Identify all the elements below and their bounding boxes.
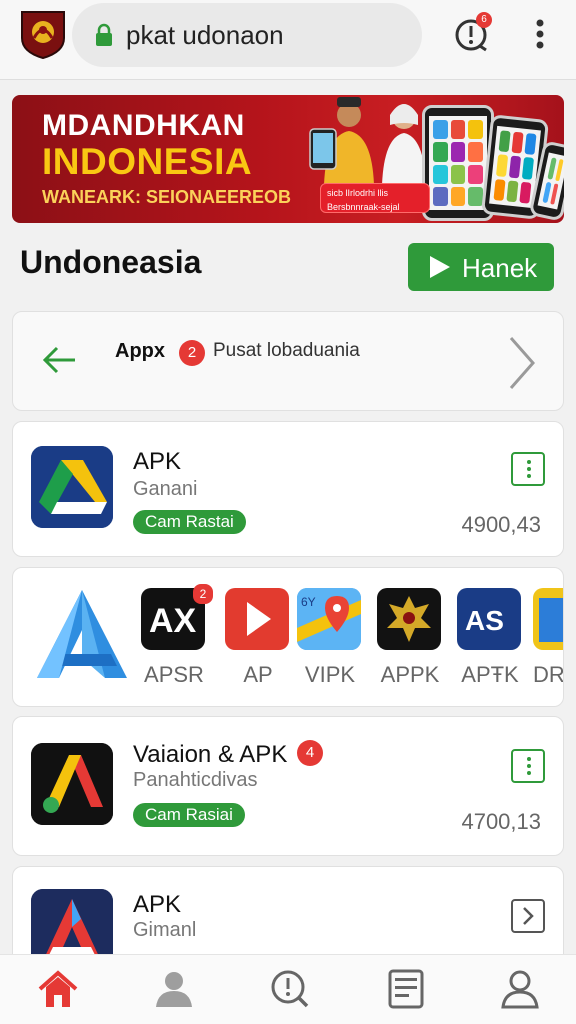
app-download-count: 4900,43 xyxy=(461,512,541,537)
carousel-item-label: APPK xyxy=(380,662,440,687)
carousel-item[interactable]: AP xyxy=(225,586,291,696)
more-menu-icon[interactable] xyxy=(528,16,552,52)
address-bar[interactable]: pkat udonaon xyxy=(72,3,422,67)
play-store-icon xyxy=(225,588,289,650)
carousel-item-label: APSR xyxy=(144,662,204,687)
drive-app-icon xyxy=(31,446,113,528)
app-card[interactable]: Vaiaion & APK 4 Panahticdivas Cam Rasiai… xyxy=(12,716,564,856)
carousel-item-label: DR xyxy=(533,662,564,687)
app-badge: 4 xyxy=(297,740,323,766)
promo-banner[interactable]: MDANDHKAN INDONESIA WANEARK: SEIONAEEREO… xyxy=(12,95,564,223)
url-text: pkat udonaon xyxy=(126,20,284,50)
svg-text:6Y: 6Y xyxy=(301,595,316,609)
notification-badge: 6 xyxy=(476,12,492,28)
carousel-item[interactable]: DR xyxy=(533,586,563,696)
carousel-item-badge: 2 xyxy=(193,584,213,604)
site-logo-icon[interactable] xyxy=(18,8,68,60)
app-menu-button[interactable] xyxy=(511,452,545,486)
banner-pill[interactable]: sicb lIrlodrhi llis Bersbnnraak-sejal xyxy=(320,183,430,213)
open-arrow-icon[interactable] xyxy=(511,899,545,933)
nav-label: Appx xyxy=(115,340,165,362)
app-subtitle: Ganani xyxy=(133,478,198,500)
notifications-button[interactable]: 6 xyxy=(452,12,492,54)
app-menu-button[interactable] xyxy=(511,749,545,783)
chevron-right-icon[interactable] xyxy=(507,334,537,392)
play-icon xyxy=(430,256,450,278)
app-tag[interactable]: Cam Rastai xyxy=(133,510,246,534)
browser-toolbar: pkat udonaon 6 xyxy=(0,0,576,80)
carousel-item[interactable]: 6Y VIPK xyxy=(297,586,363,696)
app-tag[interactable]: Cam Rasiai xyxy=(133,803,245,827)
section-title: Undoneasia xyxy=(20,244,202,280)
nav-text: Pusat lobaduania xyxy=(213,340,360,361)
search-alert-icon[interactable] xyxy=(268,967,312,1011)
ads-app-icon xyxy=(31,743,113,825)
nav-badge: 2 xyxy=(179,340,205,366)
play-button-label: Hanek xyxy=(462,253,538,283)
svg-text:AX: AX xyxy=(149,602,197,640)
svg-text:AS: AS xyxy=(465,605,504,636)
as-icon: AS xyxy=(457,588,521,650)
maps-icon: 6Y xyxy=(297,588,361,650)
app-card[interactable]: APK Ganani Cam Rastai 4900,43 xyxy=(12,421,564,557)
app-download-count: 4700,13 xyxy=(461,809,541,834)
home-icon[interactable] xyxy=(36,967,80,1011)
bottom-navigation xyxy=(0,954,576,1024)
banner-title: INDONESIA xyxy=(42,141,253,182)
carousel-item-label: VIPK xyxy=(304,662,356,687)
banner-pill-subtext: Bersbnnraak-sejal xyxy=(327,202,400,212)
dr-icon xyxy=(533,588,563,650)
carousel-item[interactable]: APPK xyxy=(377,586,443,696)
app-carousel: AX 2 APSR AP 6Y VIPK APPK AS APŦK DR xyxy=(12,567,564,707)
banner-headline: MDANDHKAN xyxy=(42,109,245,142)
banner-subtitle: WANEARK: SEIONAEEREOB xyxy=(42,187,292,207)
back-arrow-icon[interactable] xyxy=(39,342,79,378)
app-subtitle: Panahticdivas xyxy=(133,769,258,791)
app-subtitle: Gimanl xyxy=(133,919,197,941)
app-name: Vaiaion & APK xyxy=(133,741,288,768)
garuda-icon xyxy=(377,588,441,650)
app-name: APK xyxy=(133,448,182,475)
user-profile-icon[interactable] xyxy=(152,967,196,1011)
document-list-icon[interactable] xyxy=(384,967,428,1011)
carousel-item[interactable]: AS APŦK xyxy=(457,586,523,696)
play-button[interactable]: Hanek xyxy=(408,243,554,291)
lock-icon xyxy=(96,23,112,46)
category-nav-card: Appx 2 Pusat lobaduania xyxy=(12,311,564,411)
account-icon[interactable] xyxy=(498,967,542,1011)
app-name: APK xyxy=(133,891,182,918)
app-store-a-icon[interactable] xyxy=(27,582,137,692)
banner-pill-text: sicb lIrlodrhi llis xyxy=(327,188,389,198)
carousel-item[interactable]: AX 2 APSR xyxy=(141,584,213,696)
